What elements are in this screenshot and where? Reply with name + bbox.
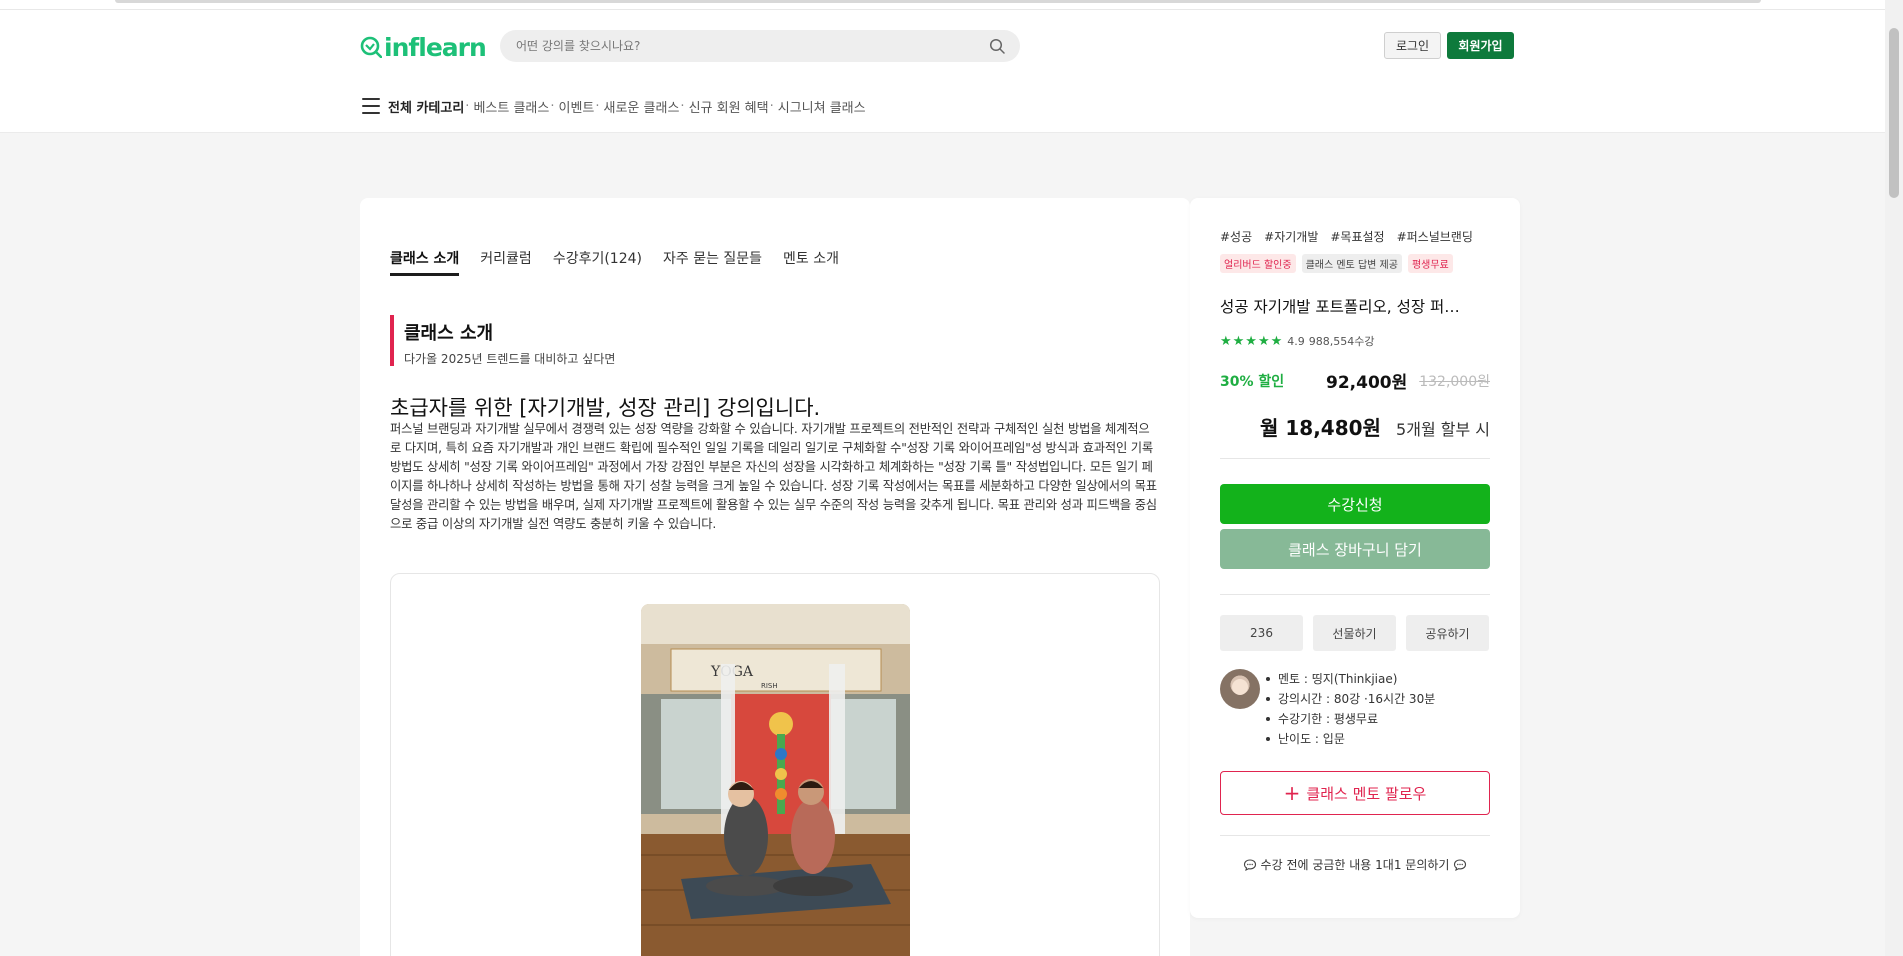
logo-mark-icon bbox=[360, 36, 382, 58]
hamburger-menu-icon[interactable] bbox=[362, 98, 380, 114]
divider bbox=[1220, 835, 1490, 836]
add-to-cart-button[interactable]: 클래스 장바구니 담기 bbox=[1220, 529, 1490, 569]
info-period: 수강기한 : 평생무료 bbox=[1266, 709, 1435, 729]
intro-title: 클래스 소개 bbox=[404, 323, 494, 344]
inflearn-logo[interactable]: inflearn bbox=[360, 32, 487, 62]
search-bar[interactable] bbox=[500, 30, 1020, 62]
purchase-sidebar: #성공 #자기개발 #목표설정 #퍼스널브랜딩 얼리버드 할인중 클래스 멘토 … bbox=[1190, 198, 1520, 918]
login-button[interactable]: 로그인 bbox=[1384, 32, 1441, 59]
badge-mentor-answer: 클래스 멘토 답변 제공 bbox=[1301, 254, 1402, 273]
chat-bubble-icon bbox=[1243, 858, 1257, 872]
sale-price: 92,400원 bbox=[1326, 373, 1408, 393]
inquiry-link[interactable]: 수강 전에 궁금한 내용 1대1 문의하기 bbox=[1220, 856, 1490, 873]
course-headline: 초급자를 위한 [자기개발, 성장 관리] 강의입니다. bbox=[390, 396, 821, 420]
mentor-info: 멘토 : 띵지(Thinkjiae) 강의시간 : 80강 ·16시간 30분 … bbox=[1220, 669, 1435, 749]
rating-value: 4.9 bbox=[1287, 334, 1305, 348]
badge-lifetime: 평생무료 bbox=[1407, 254, 1453, 273]
all-category-link[interactable]: 전체 카테고리 bbox=[388, 97, 464, 116]
tag-item[interactable]: #퍼스널브랜딩 bbox=[1397, 228, 1473, 245]
top-strip-bar bbox=[115, 0, 1761, 3]
course-info-list: 멘토 : 띵지(Thinkjiae) 강의시간 : 80강 ·16시간 30분 … bbox=[1266, 669, 1435, 749]
intro-subtitle: 다가올 2025년 트렌드를 대비하고 싶다면 bbox=[404, 352, 616, 366]
discount-label: 30% 할인 bbox=[1220, 374, 1285, 390]
nav-separator: · bbox=[680, 98, 685, 114]
action-row: 236 선물하기 공유하기 bbox=[1220, 615, 1489, 651]
tag-item[interactable]: #자기개발 bbox=[1264, 228, 1318, 245]
tag-item[interactable]: #성공 bbox=[1220, 228, 1252, 245]
intro-section-header: 클래스 소개 다가올 2025년 트렌드를 대비하고 싶다면 bbox=[390, 315, 615, 366]
like-button[interactable]: 236 bbox=[1220, 615, 1303, 651]
rating-stars-icon: ★★★★★ bbox=[1220, 333, 1284, 349]
tag-item[interactable]: #목표설정 bbox=[1330, 228, 1384, 245]
yoga-studio-photo: YOGA RISH bbox=[641, 604, 910, 956]
info-level: 난이도 : 입문 bbox=[1266, 729, 1435, 749]
page-scrollbar[interactable] bbox=[1885, 0, 1903, 956]
scrollbar-thumb[interactable] bbox=[1889, 28, 1899, 198]
tab-mentor[interactable]: 멘토 소개 bbox=[783, 248, 839, 276]
category-nav: 전체 카테고리 · 베스트 클래스 · 이벤트 · 새로운 클래스 · 신규 회… bbox=[362, 95, 866, 117]
share-button[interactable]: 공유하기 bbox=[1406, 615, 1489, 651]
course-title: 성공 자기개발 포트폴리오, 성장 퍼… bbox=[1220, 298, 1460, 316]
installment-label: 5개월 할부 시 bbox=[1396, 420, 1490, 439]
nav-item-signature[interactable]: 시그니쳐 클래스 bbox=[778, 97, 866, 116]
nav-separator: · bbox=[595, 98, 600, 114]
image-frame: YOGA RISH bbox=[390, 573, 1160, 956]
yoga-banner-sub: RISH bbox=[761, 682, 778, 690]
browser-top-strip bbox=[0, 0, 1903, 10]
tab-faq[interactable]: 자주 묻는 질문들 bbox=[663, 248, 762, 276]
student-count: 988,554수강 bbox=[1308, 335, 1375, 348]
info-mentor: 멘토 : 띵지(Thinkjiae) bbox=[1266, 669, 1435, 689]
nav-separator: · bbox=[465, 98, 470, 114]
badge-early-bird: 얼리버드 할인중 bbox=[1220, 254, 1296, 273]
follow-label: 클래스 멘토 팔로우 bbox=[1306, 784, 1427, 803]
site-header: inflearn 로그인 회원가입 전체 카테고리 · 베스트 클래스 · 이벤… bbox=[0, 10, 1885, 133]
tab-curriculum[interactable]: 커리큘럼 bbox=[480, 248, 532, 276]
rating-row: ★★★★★ 4.9 988,554수강 bbox=[1220, 333, 1375, 349]
monthly-price: 월 18,480원 bbox=[1260, 416, 1381, 440]
nav-item-best[interactable]: 베스트 클래스 bbox=[473, 97, 549, 116]
nav-item-new-member[interactable]: 신규 회원 혜택 bbox=[689, 97, 769, 116]
installment-row: 월 18,480원 5개월 할부 시 bbox=[1220, 412, 1490, 441]
logo-text: inflearn bbox=[384, 32, 487, 62]
nav-item-event[interactable]: 이벤트 bbox=[558, 97, 594, 116]
divider bbox=[1220, 458, 1490, 459]
follow-mentor-button[interactable]: + 클래스 멘토 팔로우 bbox=[1220, 771, 1490, 815]
search-input[interactable] bbox=[516, 39, 986, 53]
gift-button[interactable]: 선물하기 bbox=[1313, 615, 1396, 651]
plus-icon: + bbox=[1283, 781, 1301, 805]
divider bbox=[1220, 594, 1490, 595]
search-icon[interactable] bbox=[986, 35, 1008, 57]
nav-item-new[interactable]: 새로운 클래스 bbox=[604, 97, 680, 116]
course-description: 퍼스널 브랜딩과 자기개발 실무에서 경쟁력 있는 성장 역량을 강화할 수 있… bbox=[390, 422, 1157, 532]
original-price: 132,000원 bbox=[1419, 374, 1490, 390]
mentor-avatar[interactable] bbox=[1220, 669, 1260, 709]
price-row: 30% 할인 92,400원 132,000원 bbox=[1220, 370, 1490, 393]
nav-separator: · bbox=[550, 98, 555, 114]
enroll-button[interactable]: 수강신청 bbox=[1220, 484, 1490, 524]
signup-button[interactable]: 회원가입 bbox=[1447, 32, 1514, 59]
chat-bubble-icon bbox=[1453, 858, 1467, 872]
nav-separator: · bbox=[769, 98, 774, 114]
course-detail-card: 클래스 소개 커리큘럼 수강후기(124) 자주 묻는 질문들 멘토 소개 클래… bbox=[360, 198, 1190, 956]
inquiry-label: 수강 전에 궁금한 내용 1대1 문의하기 bbox=[1260, 858, 1450, 872]
tab-reviews[interactable]: 수강후기(124) bbox=[553, 248, 642, 276]
info-duration: 강의시간 : 80강 ·16시간 30분 bbox=[1266, 689, 1435, 709]
course-tags: #성공 #자기개발 #목표설정 #퍼스널브랜딩 bbox=[1220, 228, 1473, 245]
course-badges: 얼리버드 할인중 클래스 멘토 답변 제공 평생무료 bbox=[1220, 254, 1453, 273]
course-tabs: 클래스 소개 커리큘럼 수강후기(124) 자주 묻는 질문들 멘토 소개 bbox=[390, 248, 839, 276]
tab-class-intro[interactable]: 클래스 소개 bbox=[390, 248, 460, 276]
